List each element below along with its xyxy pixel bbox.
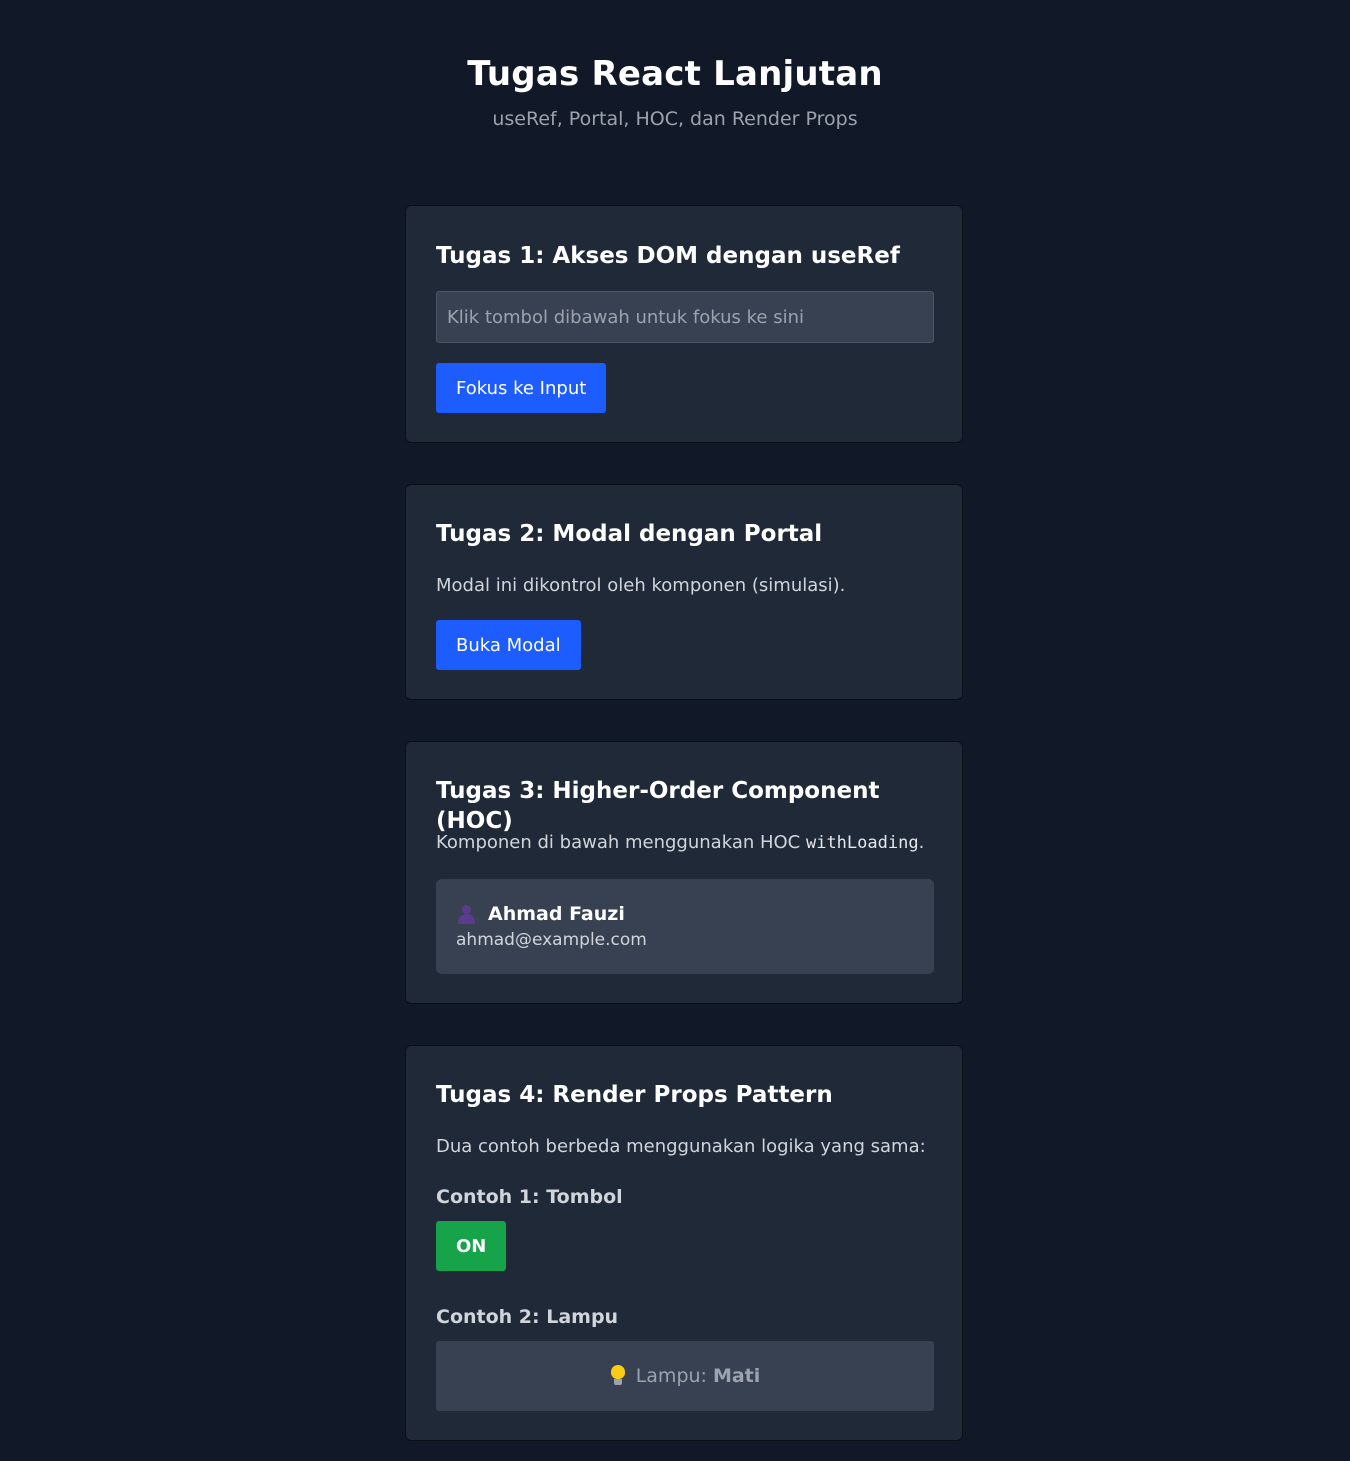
task3-description-text: Komponen di bawah menggunakan HOC — [436, 832, 806, 853]
task3-card: Tugas 3: Higher-Order Component (HOC) Ko… — [405, 741, 963, 1004]
task2-description: Modal ini dikontrol oleh komponen (simul… — [436, 575, 846, 596]
task3-description-suffix: . — [918, 832, 925, 853]
task4-title: Tugas 4: Render Props Pattern — [436, 1082, 833, 1108]
user-name-row: Ahmad Fauzi — [456, 901, 914, 927]
toggle-on-button[interactable]: ON — [436, 1221, 507, 1271]
page-header: Tugas React Lanjutan useRef, Portal, HOC… — [0, 0, 1350, 132]
user-icon — [456, 903, 478, 925]
user-email: ahmad@example.com — [456, 930, 647, 950]
page-subtitle: useRef, Portal, HOC, dan Render Props — [492, 108, 858, 130]
lightbulb-icon — [610, 1365, 626, 1387]
task4-card: Tugas 4: Render Props Pattern Dua contoh… — [405, 1045, 963, 1441]
open-modal-button[interactable]: Buka Modal — [436, 620, 581, 670]
task1-title: Tugas 1: Akses DOM dengan useRef — [436, 243, 900, 269]
example2-label: Contoh 2: Lampu — [436, 1306, 619, 1328]
lamp-display: Lampu: Mati — [436, 1341, 934, 1411]
example1-label: Contoh 1: Tombol — [436, 1186, 623, 1208]
task3-title: Tugas 3: Higher-Order Component (HOC) — [436, 778, 880, 834]
page-title: Tugas React Lanjutan — [467, 54, 883, 94]
user-name: Ahmad Fauzi — [488, 903, 625, 925]
task1-card: Tugas 1: Akses DOM dengan useRef Fokus k… — [405, 205, 963, 443]
hoc-name-code: withLoading — [805, 833, 919, 853]
user-card: Ahmad Fauzi ahmad@example.com — [436, 879, 934, 974]
lamp-state: Mati — [712, 1365, 761, 1387]
lamp-label: Lampu: — [635, 1365, 707, 1387]
focus-input-button[interactable]: Fokus ke Input — [436, 363, 607, 413]
task4-description: Dua contoh berbeda menggunakan logika ya… — [436, 1136, 926, 1157]
task2-card: Tugas 2: Modal dengan Portal Modal ini d… — [405, 484, 963, 700]
focus-target-input[interactable] — [436, 291, 934, 343]
task2-title: Tugas 2: Modal dengan Portal — [436, 521, 823, 547]
task3-description: Komponen di bawah menggunakan HOC withLo… — [436, 831, 924, 855]
